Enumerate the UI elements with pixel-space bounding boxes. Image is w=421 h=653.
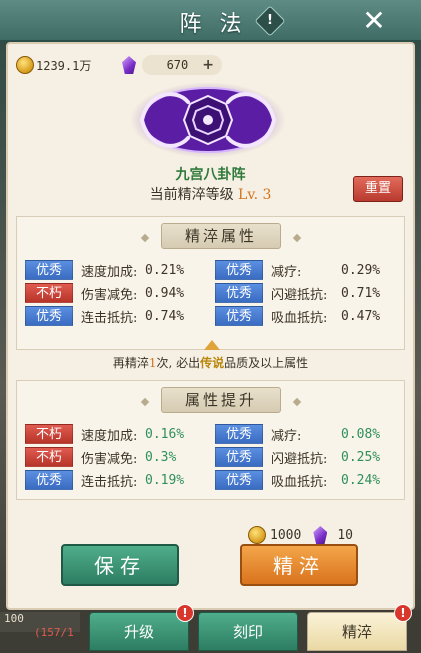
upgrade-alert-badge: !: [176, 604, 194, 622]
attribute-row: 优秀 减疗: 0.29%: [215, 259, 380, 281]
attribute-row: 优秀 吸血抵抗: 0.47%: [215, 305, 380, 327]
attribute-value: 0.19%: [145, 472, 185, 488]
attribute-label: 闪避抵抗:: [271, 451, 328, 467]
tab-upgrade-label: 升级: [123, 623, 154, 641]
refine-button[interactable]: 精淬: [240, 544, 358, 586]
cost-gold: 1000: [270, 527, 302, 543]
attribute-row: 优秀 闪避抵抗: 0.25%: [215, 446, 380, 468]
attribute-label: 连击抵抗:: [81, 474, 138, 490]
attribute-value: 0.29%: [341, 262, 381, 278]
gold-amount: 1239.1万: [36, 58, 92, 73]
attribute-value: 0.71%: [341, 285, 381, 301]
quality-tag: 不朽: [25, 424, 73, 444]
attribute-value: 0.74%: [145, 308, 185, 324]
hint-prefix: 再精淬: [112, 356, 149, 370]
attribute-value: 0.3%: [145, 449, 177, 465]
close-icon: ✕: [362, 4, 386, 37]
add-gems-button[interactable]: +: [202, 57, 214, 73]
tab-upgrade[interactable]: 升级: [89, 612, 189, 651]
hint-middle: 次, 必出: [156, 356, 201, 370]
attribute-row: 优秀 连击抵抗: 0.74%: [25, 305, 184, 327]
refine-hint: 再精淬1次, 必出传说品质及以上属性: [8, 354, 413, 371]
attribute-row: 不朽 伤害减免: 0.3%: [25, 446, 176, 468]
attribute-row: 优秀 减疗: 0.08%: [215, 423, 380, 445]
attribute-value: 0.24%: [341, 472, 381, 488]
tab-seal-label: 刻印: [232, 623, 263, 641]
attribute-value: 0.16%: [145, 426, 185, 442]
background-hp: (157/1: [34, 626, 74, 639]
attribute-value: 0.25%: [341, 449, 381, 465]
attribute-row: 不朽 速度加成: 0.16%: [25, 423, 184, 445]
formation-emblem-icon: [130, 82, 286, 158]
gem-resource: 670 +: [122, 54, 222, 76]
attribute-label: 吸血抵抗:: [271, 310, 328, 326]
hint-quality: 传说: [200, 356, 225, 370]
refine-cost: 1000 10: [248, 526, 353, 544]
attribute-label: 减疗:: [271, 264, 302, 280]
attribute-row: 优秀 连击抵抗: 0.19%: [25, 469, 184, 491]
upgrade-attributes-box: 属性提升 不朽 速度加成: 0.16% 不朽 伤害减免: 0.3% 优秀 连击抵抗: 0.19%…: [16, 380, 405, 500]
attribute-value: 0.08%: [341, 426, 381, 442]
attribute-row: 不朽 伤害减免: 0.94%: [25, 282, 184, 304]
attribute-label: 吸血抵抗:: [271, 474, 328, 490]
tab-seal[interactable]: 刻印: [198, 612, 298, 651]
tab-refine-label: 精淬: [341, 623, 372, 641]
quality-tag: 优秀: [215, 260, 263, 280]
attribute-label: 速度加成:: [81, 428, 138, 444]
quality-tag: 不朽: [25, 447, 73, 467]
quality-tag: 优秀: [215, 470, 263, 490]
quality-tag: 优秀: [215, 283, 263, 303]
quality-tag: 优秀: [25, 306, 73, 326]
gem-amount: 670: [166, 58, 189, 72]
attribute-label: 减疗:: [271, 428, 302, 444]
attribute-label: 伤害减免:: [81, 287, 138, 303]
gold-resource: 1239.1万: [16, 54, 91, 76]
quality-tag: 优秀: [25, 260, 73, 280]
attribute-label: 闪避抵抗:: [271, 287, 328, 303]
purple-gem-icon: [313, 526, 328, 544]
quality-tag: 不朽: [25, 283, 73, 303]
gold-coin-icon: [248, 526, 266, 544]
gold-coin-icon: [16, 56, 34, 74]
attribute-value: 0.94%: [145, 285, 185, 301]
attribute-row: 优秀 吸血抵抗: 0.24%: [215, 469, 380, 491]
header-bar: 阵法 ! ✕: [0, 0, 421, 42]
current-attributes-box: 精淬属性 优秀 速度加成: 0.21% 不朽 伤害减免: 0.94% 优秀 连击抵抗: 0.74…: [16, 216, 405, 350]
upgrade-attributes-title: 属性提升: [161, 387, 281, 413]
attribute-label: 伤害减免:: [81, 451, 138, 467]
quality-tag: 优秀: [215, 424, 263, 444]
attribute-value: 0.47%: [341, 308, 381, 324]
tab-refine[interactable]: 精淬: [307, 612, 407, 651]
current-attributes-title: 精淬属性: [161, 223, 281, 249]
quality-tag: 优秀: [25, 470, 73, 490]
attribute-label: 连击抵抗:: [81, 310, 138, 326]
attribute-row: 优秀 闪避抵抗: 0.71%: [215, 282, 380, 304]
attribute-value: 0.21%: [145, 262, 185, 278]
attribute-label: 速度加成:: [81, 264, 138, 280]
reset-button[interactable]: 重置: [353, 176, 403, 202]
save-button[interactable]: 保存: [61, 544, 179, 586]
hint-suffix: 品质及以上属性: [224, 356, 309, 370]
refine-level-label: 当前精淬等级: [149, 187, 234, 203]
purple-gem-icon: [122, 56, 136, 74]
formation-panel: 1239.1万 670 + 九宫八卦阵 当前精淬等级 Lv. 3 重置 精淬属性…: [6, 42, 415, 610]
attribute-row: 优秀 速度加成: 0.21%: [25, 259, 184, 281]
quality-tag: 优秀: [215, 447, 263, 467]
cost-gems: 10: [337, 527, 353, 543]
refine-alert-badge: !: [394, 604, 412, 622]
refine-level-value: Lv. 3: [238, 187, 272, 203]
close-button[interactable]: ✕: [357, 4, 391, 38]
quality-tag: 优秀: [215, 306, 263, 326]
